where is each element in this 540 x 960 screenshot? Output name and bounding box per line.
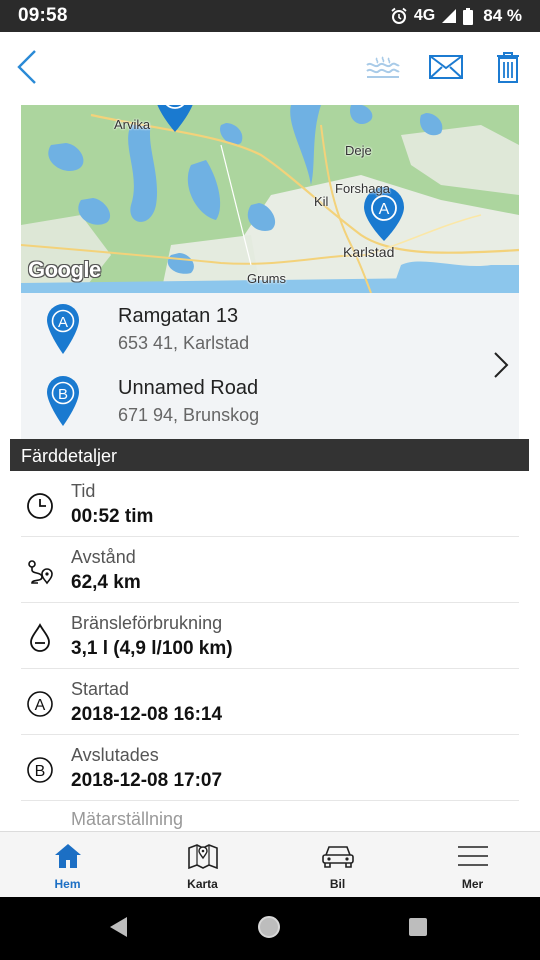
map-label-deje: Deje [345, 143, 372, 158]
end-city: 671 94, Brunskog [118, 405, 260, 425]
section-header: Färddetaljer [10, 439, 529, 471]
detail-row-odometer: Mätarställning [21, 801, 519, 831]
network-type: 4G [413, 7, 436, 24]
route-icon [25, 557, 55, 587]
circle-home-icon [256, 914, 282, 945]
status-indicators: 4G 84 % [390, 6, 522, 26]
map-label-arvika: Arvika [114, 117, 151, 132]
marker-b-letter: B [35, 763, 46, 780]
trip-details: Tid 00:52 tim Avstånd 62,4 km Bränsleför… [0, 471, 540, 831]
system-back-button[interactable] [102, 913, 134, 945]
heater-button[interactable] [362, 50, 404, 88]
battery-level: 84 % [483, 6, 522, 25]
detail-value: 00:52 tim [71, 506, 154, 527]
detail-label: Startad [71, 679, 130, 699]
nav-label: Karta [187, 877, 218, 891]
detail-row-fuel: Bränsleförbrukning 3,1 l (4,9 l/100 km) [21, 603, 519, 669]
status-time: 09:58 [18, 5, 68, 26]
heat-icon [363, 55, 403, 84]
square-recents-icon [407, 916, 429, 943]
detail-row-distance: Avstånd 62,4 km [21, 537, 519, 603]
map-icon [187, 842, 218, 870]
detail-row-started: A Startad 2018-12-08 16:14 [21, 669, 519, 735]
chevron-left-icon [16, 49, 38, 90]
map-label-grums: Grums [247, 271, 286, 286]
svg-text:A: A [379, 201, 390, 218]
marker-a-icon: A [25, 689, 55, 719]
pin-b-icon: B [46, 375, 80, 432]
system-recents-button[interactable] [402, 913, 434, 945]
system-nav-bar [0, 897, 540, 960]
signal-icon [441, 8, 457, 24]
clock-icon [25, 491, 55, 521]
chevron-right-icon [493, 351, 509, 384]
nav-item-map[interactable]: Karta [135, 832, 270, 897]
detail-label: Mätarställning [71, 809, 184, 829]
pin-a-letter: A [58, 314, 68, 331]
detail-value: 62,4 km [71, 572, 141, 593]
end-street: Unnamed Road [118, 377, 259, 399]
detail-value: 2018-12-08 17:07 [71, 770, 223, 791]
top-bar [0, 32, 540, 104]
map-label-forshaga: Forshaga [335, 181, 390, 196]
detail-label: Avstånd [71, 547, 136, 567]
detail-value: 3,1 l (4,9 l/100 km) [71, 638, 233, 659]
trip-map[interactable]: A Arvika Deje Forshaga Kil Karlstad Grum… [21, 105, 519, 293]
map-label-karlstad: Karlstad [343, 244, 395, 260]
menu-icon [457, 842, 489, 870]
back-button[interactable] [12, 49, 42, 90]
detail-label: Bränsleförbrukning [71, 613, 223, 633]
pin-a-icon: A [46, 303, 80, 360]
detail-row-ended: B Avslutades 2018-12-08 17:07 [21, 735, 519, 801]
detail-value: 2018-12-08 16:14 [71, 704, 223, 725]
google-logo: Google [28, 257, 101, 282]
start-city: 653 41, Karlstad [118, 333, 250, 353]
route-summary[interactable]: A Ramgatan 13 653 41, Karlstad B Unnamed… [21, 293, 519, 439]
system-home-button[interactable] [253, 913, 285, 945]
marker-a-letter: A [35, 697, 46, 714]
nav-item-home[interactable]: Hem [0, 832, 135, 897]
mail-button[interactable] [426, 50, 466, 88]
bottom-nav: Hem Karta Bil Mer [0, 831, 540, 897]
alarm-icon [390, 7, 408, 25]
nav-item-more[interactable]: Mer [405, 832, 540, 897]
nav-item-car[interactable]: Bil [270, 832, 405, 897]
detail-row-duration: Tid 00:52 tim [21, 471, 519, 537]
battery-icon [463, 7, 474, 25]
marker-b-icon: B [25, 755, 55, 785]
route-start: A Ramgatan 13 653 41, Karlstad [21, 301, 481, 365]
detail-label: Tid [71, 481, 96, 501]
trash-icon [496, 51, 520, 88]
mail-icon [429, 54, 463, 84]
home-icon [54, 842, 82, 870]
car-icon [321, 842, 355, 870]
detail-label: Avslutades [71, 745, 159, 765]
fuel-drop-icon [25, 623, 55, 653]
pin-b-letter: B [58, 386, 68, 403]
nav-label: Hem [54, 877, 81, 891]
route-end: B Unnamed Road 671 94, Brunskog [21, 373, 481, 437]
delete-button[interactable] [494, 50, 522, 88]
start-street: Ramgatan 13 [118, 305, 239, 327]
nav-label: Bil [329, 877, 346, 891]
status-bar: 09:58 4G 84 % [0, 0, 540, 32]
triangle-back-icon [107, 915, 129, 944]
nav-label: Mer [461, 877, 484, 891]
map-label-kil: Kil [314, 194, 329, 209]
